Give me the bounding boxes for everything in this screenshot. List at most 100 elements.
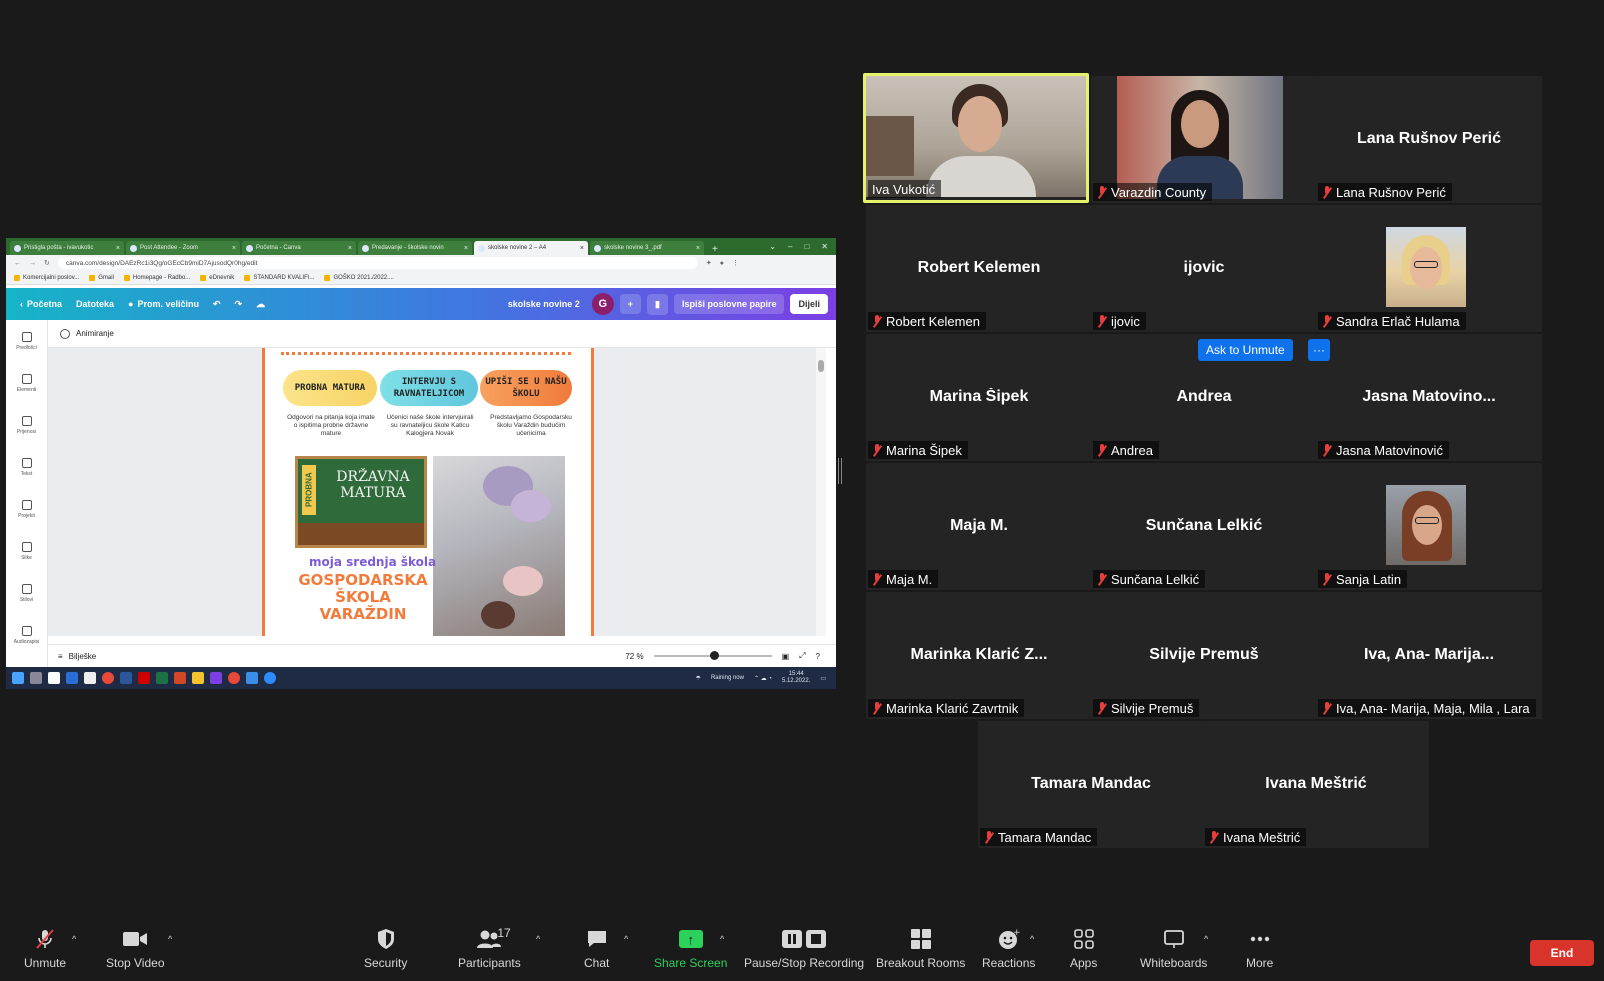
participant-tile[interactable]: Sunčana Lelkić Sunčana Lelkić: [1091, 463, 1317, 590]
participant-tile[interactable]: Varazdin County: [1091, 76, 1317, 203]
notes-button[interactable]: Bilješke: [69, 652, 97, 661]
menu-dots-icon[interactable]: ⋮: [732, 259, 739, 267]
maximize-icon[interactable]: □: [804, 242, 809, 251]
app-icon[interactable]: [84, 672, 96, 684]
participant-tile[interactable]: Lana Rušnov Perić Lana Rušnov Perić: [1316, 76, 1542, 203]
folder-icon[interactable]: [192, 672, 204, 684]
close-icon[interactable]: ×: [464, 245, 468, 252]
scrollbar-thumb[interactable]: [818, 360, 824, 372]
canva-home-link[interactable]: ‹ Početna: [20, 299, 62, 309]
participant-tile-active-speaker[interactable]: Iva Vukotić: [863, 73, 1089, 203]
sidebar-item-projects[interactable]: Projekti: [6, 488, 47, 530]
chrome-icon[interactable]: [102, 672, 114, 684]
shared-screen[interactable]: Pristigla pošta - ivavukotic × Post Atten…: [6, 238, 836, 706]
bookmark[interactable]: eDnevnik: [200, 274, 234, 281]
calculator-icon[interactable]: [48, 672, 60, 684]
participant-tile[interactable]: Marina Šipek Marina Šipek: [866, 334, 1092, 461]
participant-tile[interactable]: Silvije Premuš Silvije Premuš: [1091, 592, 1317, 719]
reload-icon[interactable]: ↻: [44, 259, 50, 267]
tray-icons[interactable]: ⌃ ☁ ◔: [754, 675, 772, 682]
sidebar-item-elements[interactable]: Elementi: [6, 362, 47, 404]
canva-share-button[interactable]: Dijeli: [790, 294, 828, 314]
help-icon[interactable]: ?: [816, 652, 820, 661]
bookmark[interactable]: Gmail: [89, 274, 114, 281]
chrome-icon[interactable]: [228, 672, 240, 684]
animate-button[interactable]: Animiranje: [76, 329, 114, 338]
split-view-handle[interactable]: [838, 458, 842, 484]
extensions-icon[interactable]: ✦: [706, 259, 712, 267]
tile-more-button[interactable]: ···: [1308, 339, 1330, 361]
participant-tile[interactable]: Jasna Matovino... Jasna Matovinović: [1316, 334, 1542, 461]
task-view-icon[interactable]: [30, 672, 42, 684]
weather-text[interactable]: Raining now: [711, 675, 744, 681]
share-caret-icon[interactable]: ^: [720, 934, 724, 944]
participant-tile[interactable]: Sandra Erlač Hulama: [1316, 205, 1542, 332]
workspace-scrollbar[interactable]: [816, 348, 826, 636]
browser-tab[interactable]: Predavanje - školske novin ×: [358, 241, 472, 255]
whiteboards-button[interactable]: Whiteboards: [1140, 928, 1207, 970]
participants-button[interactable]: 17 Participants: [458, 926, 521, 970]
unmute-button[interactable]: Unmute: [24, 928, 66, 970]
breakout-rooms-button[interactable]: Breakout Rooms: [876, 928, 965, 970]
participant-tile[interactable]: Sanja Latin: [1316, 463, 1542, 590]
print-button[interactable]: Ispiši poslovne papire: [673, 294, 785, 314]
zoom-slider[interactable]: [653, 651, 772, 660]
close-icon[interactable]: ×: [232, 245, 236, 252]
word-icon[interactable]: [120, 672, 132, 684]
insights-icon[interactable]: ▮: [647, 293, 668, 315]
bookmark[interactable]: Komercijalni poslov...: [14, 274, 79, 281]
cloud-save-icon[interactable]: ☁: [256, 299, 265, 310]
design-title[interactable]: skolske novine 2: [508, 299, 580, 309]
mail-icon[interactable]: [66, 672, 78, 684]
apps-button[interactable]: Apps: [1070, 928, 1097, 970]
audio-options-caret-icon[interactable]: ^: [72, 934, 76, 944]
share-screen-button[interactable]: ↑ Share Screen: [654, 928, 727, 970]
browser-tab-active[interactable]: skolske novine 2 – A4 ×: [474, 241, 588, 255]
sidebar-item-audio[interactable]: Audiozapisi: [6, 614, 47, 656]
browser-tab[interactable]: Pristigla pošta - ivavukotic ×: [10, 241, 124, 255]
zoom-icon[interactable]: [264, 672, 276, 684]
add-collaborator-button[interactable]: +: [619, 294, 641, 314]
participant-tile[interactable]: Marinka Klarić Z... Marinka Klarić Zavrtn…: [866, 592, 1092, 719]
pause-stop-recording-button[interactable]: Pause/Stop Recording: [744, 928, 864, 970]
participants-caret-icon[interactable]: ^: [536, 934, 540, 944]
chat-button[interactable]: Chat: [584, 928, 609, 970]
bookmark[interactable]: Homepage - Radbo...: [123, 274, 190, 281]
security-button[interactable]: Security: [364, 928, 407, 970]
address-bar[interactable]: canva.com/design/DAEzRc1i3Qg/oGEcCb9miD7…: [57, 257, 698, 269]
participant-tile[interactable]: Ivana Meštrić Ivana Meštrić: [1203, 721, 1429, 848]
end-meeting-button[interactable]: End: [1530, 940, 1594, 966]
ask-to-unmute-button[interactable]: Ask to Unmute: [1198, 339, 1293, 361]
browser-tab[interactable]: Post Attendee - Zoom ×: [126, 241, 240, 255]
back-icon[interactable]: ←: [14, 260, 21, 267]
profile-icon[interactable]: ●: [720, 260, 724, 267]
sidebar-item-text[interactable]: Tekst: [6, 446, 47, 488]
sidebar-item-templates[interactable]: Predlošci: [6, 320, 47, 362]
zoom-level[interactable]: 72 %: [625, 652, 643, 661]
close-icon[interactable]: ×: [696, 245, 700, 252]
canva-file-menu[interactable]: Datoteka: [76, 299, 114, 309]
new-tab-icon[interactable]: +: [706, 244, 724, 255]
close-icon[interactable]: ×: [348, 245, 352, 252]
app-icon[interactable]: [138, 672, 150, 684]
canva-resize-button[interactable]: ● Prom. veličinu: [128, 299, 199, 309]
reactions-button[interactable]: + Reactions: [982, 928, 1035, 970]
zoom-slider-knob[interactable]: [709, 651, 719, 660]
whiteboards-caret-icon[interactable]: ^: [1204, 934, 1208, 944]
photos-icon[interactable]: [246, 672, 258, 684]
sidebar-item-photos[interactable]: Slike: [6, 530, 47, 572]
sidebar-item-uploads[interactable]: Prijenosi: [6, 404, 47, 446]
notifications-icon[interactable]: ▭: [820, 675, 826, 682]
fullscreen-icon[interactable]: ⤢: [799, 651, 805, 661]
participant-tile[interactable]: Iva, Ana- Marija... Iva, Ana- Marija, Maj…: [1316, 592, 1542, 719]
app-icon[interactable]: [210, 672, 222, 684]
more-button[interactable]: More: [1246, 928, 1273, 970]
participant-tile[interactable]: Maja M. Maja M.: [866, 463, 1092, 590]
participant-tile[interactable]: Tamara Mandac Tamara Mandac: [978, 721, 1204, 848]
stop-video-button[interactable]: Stop Video: [106, 928, 165, 970]
excel-icon[interactable]: [156, 672, 168, 684]
close-icon[interactable]: ×: [116, 245, 120, 252]
sidebar-item-styles[interactable]: Stilovi: [6, 572, 47, 614]
bookmark[interactable]: GOŠKO 2021./2022....: [324, 274, 394, 281]
reactions-caret-icon[interactable]: ^: [1030, 934, 1034, 944]
